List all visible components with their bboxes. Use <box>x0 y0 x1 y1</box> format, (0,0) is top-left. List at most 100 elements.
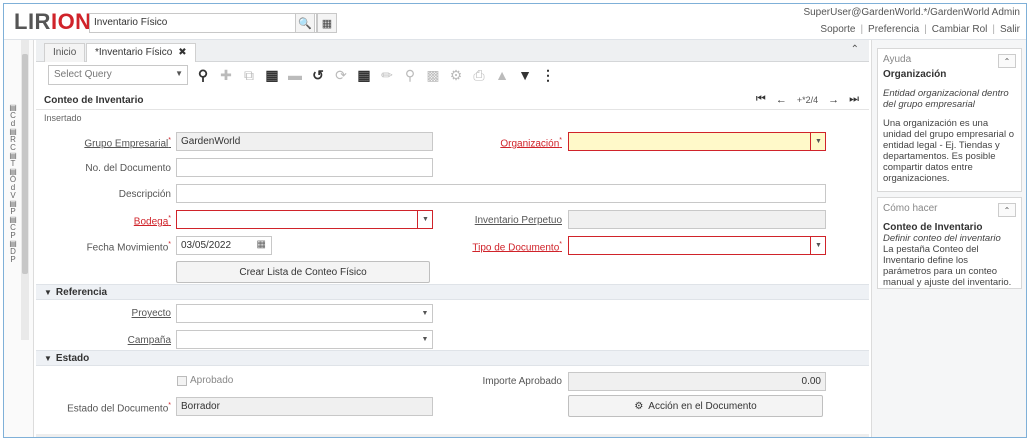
tipo-documento-field[interactable]: ▼ <box>568 236 826 255</box>
print-icon[interactable]: ⎙ <box>472 67 486 84</box>
record-navigation: ⏮ ← +*2/4 → ⏭ <box>756 93 859 106</box>
lirion-logo: LIRION <box>14 9 92 34</box>
process-icon[interactable]: ⚙ <box>449 67 463 84</box>
ayuda-card: Ayuda ⌃ Organización Entidad organizacio… <box>877 48 1022 192</box>
inventario-perpetuo-label[interactable]: Inventario Perpetuo <box>475 215 562 226</box>
save-icon[interactable]: ▦ <box>265 67 279 84</box>
global-search-input[interactable]: Inventario Físico <box>89 13 317 33</box>
collapse-icon[interactable]: ⌃ <box>998 54 1016 68</box>
last-record-icon[interactable]: ⏭ <box>849 93 859 106</box>
chevron-down-icon[interactable]: ▼ <box>810 236 826 255</box>
ayuda-header: Ayuda <box>883 54 912 65</box>
caret-down-icon: ▼ <box>44 354 52 363</box>
tab-inicio[interactable]: Inicio <box>44 43 86 62</box>
descripcion-label: Descripción <box>118 189 171 200</box>
chevron-down-icon[interactable]: ▼ <box>810 132 826 151</box>
estado-documento-field: Borrador <box>176 397 433 416</box>
tab-label: *Inventario Físico <box>95 47 173 58</box>
link-cambiar-rol[interactable]: Cambiar Rol <box>932 24 988 35</box>
ayuda-description: Entidad organizacional dentro del grupo … <box>883 88 1009 110</box>
app-header: LIRION Inventario Físico 🔍 ▦ SuperUser@G… <box>4 4 1026 40</box>
fecha-movimiento-field[interactable]: 03/05/2022 ▦ <box>176 236 272 255</box>
chevron-down-icon[interactable]: ▼ <box>417 330 433 349</box>
close-icon[interactable]: ✖ <box>178 47 186 58</box>
top-links: Soporte | Preferencia | Cambiar Rol | Salir <box>820 24 1020 35</box>
tab-bar: Inicio *Inventario Físico ✖ ⌃ <box>36 40 869 62</box>
bodega-label[interactable]: Bodega* <box>134 215 171 227</box>
link-preferencia[interactable]: Preferencia <box>868 24 919 35</box>
gear-icon: ⚙ <box>634 400 644 412</box>
collapse-icon[interactable]: ⌃ <box>998 203 1016 217</box>
proyecto-field[interactable]: ▼ <box>176 304 433 323</box>
detail-record-icon[interactable]: ▼ <box>518 67 532 83</box>
fecha-movimiento-label: Fecha Movimiento* <box>86 241 171 254</box>
aprobado-label: Aprobado <box>190 375 234 386</box>
select-query-dropdown[interactable]: Select Query ▼ <box>48 65 188 85</box>
main-panel: Inicio *Inventario Físico ✖ ⌃ Select Quer… <box>36 40 869 437</box>
como-hacer-description: Definir conteo del inventario <box>883 233 1001 244</box>
chevron-down-icon[interactable]: ▼ <box>417 210 433 229</box>
grupo-empresarial-label[interactable]: Grupo Empresarial* <box>84 137 171 149</box>
attachment-icon[interactable]: ✏ <box>380 67 394 84</box>
window-title: Conteo de Inventario <box>44 95 144 106</box>
copy-icon[interactable]: ⧉ <box>242 67 256 84</box>
link-soporte[interactable]: Soporte <box>820 24 855 35</box>
calendar-icon[interactable]: ▦ <box>257 239 266 250</box>
ayuda-title: Organización <box>883 69 947 80</box>
section-referencia[interactable]: ▼ Referencia <box>36 284 869 300</box>
undo-icon[interactable]: ↺ <box>311 67 325 84</box>
toolbar-icons: ⚲ ✚ ⧉ ▦ ▬ ↺ ⟳ ▦ ✏ ⚲ ▩ ⚙ ⎙ ▲ ▼ ⋮ <box>196 65 555 85</box>
rail-shortcuts[interactable]: ▤ Cd ▤ R C ▤ T ▤ Ód V ▤ P ▤ C P ▤ D P <box>6 104 20 264</box>
como-hacer-header: Cómo hacer <box>883 203 938 214</box>
caret-down-icon: ▼ <box>44 288 52 297</box>
campana-field[interactable]: ▼ <box>176 330 433 349</box>
accion-documento-button[interactable]: ⚙ Acción en el Documento <box>568 395 823 417</box>
help-panel: Ayuda ⌃ Organización Entidad organizacio… <box>871 40 1026 437</box>
first-record-icon[interactable]: ⏮ <box>756 93 766 106</box>
grid-toggle-icon[interactable]: ▦ <box>357 67 371 84</box>
crear-lista-button[interactable]: Crear Lista de Conteo Físico <box>176 261 430 283</box>
scroll-thumb[interactable] <box>22 54 28 274</box>
prev-record-icon[interactable]: ← <box>776 94 787 106</box>
importe-aprobado-field: 0.00 <box>568 372 826 391</box>
no-documento-label: No. del Documento <box>85 163 171 174</box>
more-menu-icon[interactable]: ⋮ <box>541 67 555 84</box>
search-icon[interactable]: 🔍 <box>295 13 315 33</box>
new-record-icon[interactable]: ✚ <box>219 67 233 84</box>
como-hacer-title: Conteo de Inventario <box>883 222 983 233</box>
record-position: +*2/4 <box>796 94 819 105</box>
aprobado-checkbox[interactable] <box>177 376 187 386</box>
refresh-icon[interactable]: ⟳ <box>334 67 348 84</box>
search-icon[interactable]: ⚲ <box>196 67 210 84</box>
next-record-icon[interactable]: → <box>828 94 839 106</box>
tab-inventario-fisico[interactable]: *Inventario Físico ✖ <box>86 43 196 62</box>
record-status: Insertado <box>44 113 82 123</box>
como-hacer-text: La pestaña Conteo del Inventario define … <box>883 244 1012 288</box>
como-hacer-card: Cómo hacer ⌃ Conteo de Inventario Defini… <box>877 197 1022 289</box>
zoom-icon[interactable]: ⚲ <box>403 67 417 84</box>
no-documento-field[interactable] <box>176 158 433 177</box>
chevron-down-icon[interactable]: ▼ <box>417 304 433 323</box>
user-info: SuperUser@GardenWorld.*/GardenWorld Admi… <box>803 7 1020 18</box>
bodega-field[interactable]: ▼ <box>176 210 433 229</box>
org-tree-icon[interactable]: ▦ <box>317 13 337 33</box>
importe-aprobado-label: Importe Aprobado <box>482 376 563 387</box>
link-salir[interactable]: Salir <box>1000 24 1020 35</box>
section-estado[interactable]: ▼ Estado <box>36 350 869 366</box>
organizacion-field[interactable]: ▼ <box>568 132 826 151</box>
proyecto-label[interactable]: Proyecto <box>132 308 171 319</box>
parent-record-icon[interactable]: ▲ <box>495 67 509 83</box>
app-frame: LIRION Inventario Físico 🔍 ▦ SuperUser@G… <box>3 3 1027 438</box>
delete-icon[interactable]: ▬ <box>288 67 302 83</box>
grupo-empresarial-field: GardenWorld <box>176 132 433 151</box>
horizontal-scrollbar[interactable] <box>36 434 869 437</box>
left-scrollbar[interactable] <box>21 40 29 340</box>
tipo-documento-label[interactable]: Tipo de Documento* <box>472 241 562 253</box>
ayuda-help-text: Una organización es una unidad del grupo… <box>883 118 1014 184</box>
collapse-icon[interactable]: ⌃ <box>851 44 859 55</box>
campana-label[interactable]: Campaña <box>128 335 171 346</box>
inventario-perpetuo-field <box>568 210 826 229</box>
report-icon[interactable]: ▩ <box>426 67 440 84</box>
descripcion-field[interactable] <box>176 184 826 203</box>
organizacion-label[interactable]: Organización* <box>500 137 562 149</box>
